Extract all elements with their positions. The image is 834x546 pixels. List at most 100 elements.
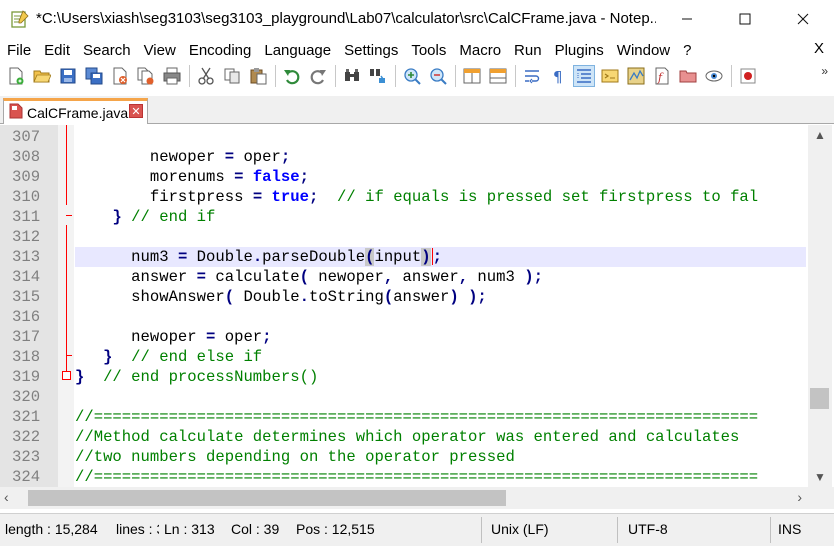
horizontal-scroll-thumb[interactable]	[28, 490, 506, 506]
status-pos: Pos : 12,515	[296, 521, 375, 537]
toolbar-overflow-button[interactable]: »	[821, 64, 828, 78]
code-token: newoper	[75, 148, 225, 166]
menu-file[interactable]: File	[0, 42, 37, 59]
undo-icon[interactable]	[281, 65, 303, 87]
menu-run[interactable]: Run	[507, 42, 548, 59]
monitoring-icon[interactable]	[703, 65, 725, 87]
close-window-button[interactable]	[774, 0, 832, 38]
tab-label: CalCFrame.java	[27, 104, 129, 121]
paste-icon[interactable]	[247, 65, 269, 87]
redo-icon[interactable]	[307, 65, 329, 87]
code-line[interactable]: 324 //===================================…	[0, 467, 808, 487]
menu-help[interactable]: ?	[676, 42, 697, 59]
replace-icon[interactable]	[367, 65, 389, 87]
menu-plugins[interactable]: Plugins	[548, 42, 610, 59]
sync-horizontal-icon[interactable]	[487, 65, 509, 87]
unsaved-file-icon	[9, 103, 23, 122]
svg-text:¶: ¶	[553, 68, 563, 85]
code-line[interactable]: 316	[0, 307, 808, 327]
code-line[interactable]: 310 firstpress = true; // if equals is p…	[0, 187, 808, 207]
toolbar-separator	[731, 65, 732, 87]
line-number: 309	[12, 168, 41, 186]
code-token: ;	[432, 248, 442, 266]
sync-vertical-icon[interactable]	[461, 65, 483, 87]
toolbar-separator	[515, 65, 516, 87]
new-file-icon[interactable]	[5, 65, 27, 87]
scroll-down-icon[interactable]: ▼	[808, 467, 832, 487]
code-token: =	[252, 188, 263, 206]
horizontal-scrollbar[interactable]: ‹ ›	[0, 487, 808, 509]
save-all-icon[interactable]	[83, 65, 105, 87]
code-token: ;	[280, 148, 291, 166]
code-line[interactable]: 307	[0, 127, 808, 147]
close-document-button[interactable]: X	[814, 40, 824, 57]
folder-workspace-icon[interactable]	[677, 65, 699, 87]
copy-icon[interactable]	[221, 65, 243, 87]
code-line[interactable]: 317 newoper = oper;	[0, 327, 808, 347]
menu-window[interactable]: Window	[610, 42, 676, 59]
cut-icon[interactable]	[195, 65, 217, 87]
print-icon[interactable]	[161, 65, 183, 87]
record-macro-icon[interactable]	[737, 65, 759, 87]
line-number: 320	[12, 388, 41, 406]
notepad-plus-plus-icon	[10, 9, 30, 29]
tab-calcframe-java[interactable]: CalCFrame.java ✕	[3, 98, 148, 124]
scroll-up-icon[interactable]: ▲	[808, 125, 832, 145]
code-token: );	[468, 288, 487, 306]
code-token: Double	[187, 248, 253, 266]
code-line[interactable]: 315 showAnswer( Double.toString(answer) …	[0, 287, 808, 307]
menu-search[interactable]: Search	[76, 42, 137, 59]
current-code-line[interactable]: 313 num3 = Double.parseDouble(input);	[0, 247, 808, 267]
word-wrap-icon[interactable]	[521, 65, 543, 87]
zoom-out-icon[interactable]	[427, 65, 449, 87]
menu-macro[interactable]: Macro	[452, 42, 507, 59]
code-line[interactable]: 321 //===================================…	[0, 407, 808, 427]
code-editor[interactable]: 307 308 newoper = oper; 309 morenums = fal…	[0, 125, 808, 487]
minimize-button[interactable]	[658, 0, 716, 38]
status-mode: INS	[778, 521, 802, 537]
code-line[interactable]: 312	[0, 227, 808, 247]
code-token: (	[224, 288, 235, 306]
code-line[interactable]: 320	[0, 387, 808, 407]
line-number: 315	[12, 288, 41, 306]
doc-map-icon[interactable]	[625, 65, 647, 87]
menu-encoding[interactable]: Encoding	[182, 42, 258, 59]
indent-guide-icon[interactable]	[573, 65, 595, 87]
vertical-scrollbar[interactable]: ▲ ▼	[808, 125, 832, 487]
save-icon[interactable]	[57, 65, 79, 87]
menu-language[interactable]: Language	[257, 42, 337, 59]
code-line[interactable]: 314 answer = calculate( newoper, answer,…	[0, 267, 808, 287]
code-token: answer	[75, 268, 197, 286]
close-all-icon[interactable]	[135, 65, 157, 87]
code-line[interactable]: 319} // end processNumbers()	[0, 367, 808, 387]
code-line[interactable]: 309 morenums = false;	[0, 167, 808, 187]
menu-settings[interactable]: Settings	[337, 42, 404, 59]
show-all-chars-icon[interactable]: ¶	[547, 65, 569, 87]
code-text: } // end if	[75, 207, 215, 227]
menu-bar: File Edit Search View Encoding Language …	[0, 39, 834, 61]
menu-view[interactable]: View	[137, 42, 182, 59]
window-title: *C:\Users\xiash\seg3103\seg3103_playgrou…	[36, 10, 656, 27]
vertical-scroll-thumb[interactable]	[810, 388, 829, 409]
maximize-button[interactable]	[716, 0, 774, 38]
code-line[interactable]: 308 newoper = oper;	[0, 147, 808, 167]
close-icon[interactable]	[109, 65, 131, 87]
function-list-icon[interactable]: f	[651, 65, 673, 87]
user-language-icon[interactable]	[599, 65, 621, 87]
menu-tools[interactable]: Tools	[404, 42, 452, 59]
code-line[interactable]: 323 //two numbers depending on the operat…	[0, 447, 808, 467]
menu-edit[interactable]: Edit	[37, 42, 76, 59]
line-number: 308	[12, 148, 41, 166]
code-line[interactable]: 311 } // end if	[0, 207, 808, 227]
zoom-in-icon[interactable]	[401, 65, 423, 87]
line-number: 316	[12, 308, 41, 326]
find-icon[interactable]	[341, 65, 363, 87]
scroll-right-icon[interactable]: ›	[797, 489, 802, 505]
scroll-left-icon[interactable]: ‹	[4, 489, 9, 505]
code-line[interactable]: 322 //Method calculate determines which o…	[0, 427, 808, 447]
tab-close-button[interactable]: ✕	[129, 104, 143, 118]
code-line[interactable]: 318 } // end else if	[0, 347, 808, 367]
open-file-icon[interactable]	[31, 65, 53, 87]
